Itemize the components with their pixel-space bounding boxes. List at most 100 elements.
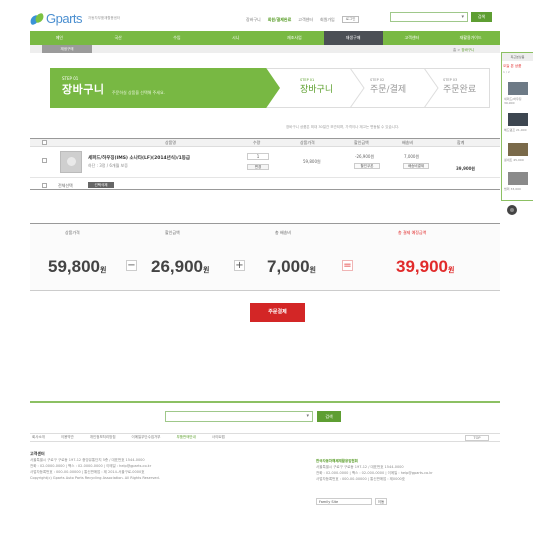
footer-link-sales[interactable]: 부품판매안내 bbox=[177, 435, 196, 440]
total-price-value: 59,800원 bbox=[48, 257, 106, 277]
select-all-checkbox-header[interactable] bbox=[42, 140, 47, 145]
total-label-discount: 할인금액 bbox=[165, 230, 180, 235]
order-checkout-button[interactable]: 주문결제 bbox=[250, 303, 305, 322]
nav-item-import[interactable]: 수입 bbox=[148, 31, 207, 45]
utility-links: 장바구니 회원/결제완료 고객센터 회원가입 로그인 bbox=[246, 16, 360, 23]
total-price-unit: 원 bbox=[100, 267, 107, 274]
active-step-desc: 주문하실 상품을 선택해 주세요. bbox=[112, 90, 165, 95]
total-shipping-number: 7,000 bbox=[267, 257, 310, 276]
footer-search-input[interactable]: ▾ bbox=[165, 411, 313, 422]
product-name[interactable]: 세퍼드/하우징(IMS) 소나타(LF)(2014년식)/1등급 bbox=[88, 155, 190, 161]
util-link-orders[interactable]: 회원/결제완료 bbox=[268, 17, 292, 23]
chevron-down-icon: ▾ bbox=[461, 14, 464, 20]
plus-icon: + bbox=[234, 260, 245, 271]
sub-nav-bar bbox=[30, 45, 500, 53]
footer-company-info: 고객센터 서울특별시 구로구 구로동 197-12 중앙유통단지 5층 / 대표… bbox=[30, 451, 270, 481]
footer-link-privacy[interactable]: 개인정보처리방침 bbox=[90, 435, 116, 440]
shipping-pay-button[interactable]: 배송비결제 bbox=[403, 163, 429, 169]
select-all-label: 전체선택 bbox=[58, 183, 73, 188]
breadcrumb-current: 장바구니 bbox=[461, 48, 475, 52]
logo-subtitle: 자동차부품재활용센터 bbox=[88, 16, 121, 20]
total-payment-unit: 원 bbox=[448, 267, 455, 274]
nav-item-4[interactable]: 시니 bbox=[206, 31, 265, 45]
select-all-checkbox[interactable] bbox=[42, 183, 47, 188]
quick-panel-title: 최근본상품 bbox=[502, 53, 533, 61]
recent-item-image[interactable] bbox=[508, 113, 528, 126]
login-button[interactable]: 로그인 bbox=[341, 16, 360, 23]
total-label-payment: 총 결제 예정금액 bbox=[398, 230, 427, 235]
nav-item-guide[interactable]: 재활용가이드 bbox=[441, 31, 500, 45]
quick-panel-subtitle: 오늘 본 상품 bbox=[503, 64, 522, 68]
total-shipping-unit: 원 bbox=[309, 267, 316, 274]
chevron-down-icon: ▾ bbox=[306, 413, 309, 419]
util-link-join[interactable]: 회원가입 bbox=[320, 17, 335, 23]
quantity-change-button[interactable]: 변경 bbox=[247, 164, 269, 170]
logo-text: Gparts bbox=[46, 11, 83, 26]
equals-icon: = bbox=[342, 260, 353, 271]
total-discount-unit: 원 bbox=[203, 267, 210, 274]
recent-item-image[interactable] bbox=[508, 82, 528, 95]
discount-coupon-button[interactable]: 할인쿠폰 bbox=[354, 163, 380, 169]
main-nav: 메인 국산 수입 시니 재조사업 재생구매 고객센터 재활용가이드 bbox=[30, 31, 500, 45]
total-label-price: 상품가격 bbox=[65, 230, 80, 235]
nav-item-main[interactable]: 메인 bbox=[30, 31, 89, 45]
active-step-name: 장바구니 bbox=[62, 83, 105, 96]
item-checkbox[interactable] bbox=[42, 158, 47, 163]
total-payment-number: 39,900 bbox=[396, 257, 448, 276]
th-product: 상품명 bbox=[165, 140, 177, 145]
recent-item-image[interactable] bbox=[508, 143, 528, 156]
footer-links: 회사소개 이용약관 개인정보처리방침 이메일무단수집거부 부품판매안내 사이트맵 bbox=[30, 433, 500, 442]
footer-link-terms[interactable]: 이용약관 bbox=[61, 435, 74, 440]
footer-search-button[interactable]: 검색 bbox=[317, 411, 341, 422]
header-search-input[interactable]: ▾ bbox=[390, 12, 468, 22]
item-price: 59,800원 bbox=[303, 159, 321, 164]
th-total: 합계 bbox=[457, 140, 465, 145]
family-site-select[interactable]: Family Site bbox=[316, 498, 372, 505]
total-shipping-value: 7,000원 bbox=[267, 257, 316, 277]
product-thumbnail[interactable] bbox=[60, 151, 82, 173]
step-dividers bbox=[349, 68, 439, 108]
recent-item-caption: 헤드램프 21,000 bbox=[504, 128, 527, 132]
breadcrumb: 홈 > 장바구니 bbox=[453, 48, 474, 53]
recent-item-caption: 휠세트 45,000 bbox=[504, 158, 524, 162]
footer-link-sitemap[interactable]: 사이트맵 bbox=[212, 435, 225, 440]
total-payment-value: 39,900원 bbox=[396, 257, 454, 277]
site-logo[interactable]: Gparts 자동차부품재활용센터 bbox=[28, 11, 121, 26]
item-total: 39,900원 bbox=[456, 166, 476, 171]
recent-item-caption: 범퍼 33,000 bbox=[504, 187, 521, 191]
product-option: 하단 : 3정 / 6개월 보증 bbox=[88, 163, 128, 168]
footer-link-email[interactable]: 이메일무단수집거부 bbox=[132, 435, 161, 440]
header-search-button[interactable]: 검색 bbox=[471, 12, 492, 22]
util-link-cart[interactable]: 장바구니 bbox=[246, 17, 261, 23]
total-price-number: 59,800 bbox=[48, 257, 100, 276]
footer-link-about[interactable]: 회사소개 bbox=[32, 435, 45, 440]
cart-table-header bbox=[30, 138, 500, 147]
total-label-shipping: 총 배송비 bbox=[275, 230, 291, 235]
nav-item-domestic[interactable]: 국산 bbox=[89, 31, 148, 45]
nav-item-support[interactable]: 고객센터 bbox=[383, 31, 442, 45]
family-site-go-button[interactable]: 이동 bbox=[375, 498, 387, 505]
util-link-support[interactable]: 고객센터 bbox=[298, 17, 313, 23]
footer-partner-info: 한국자동차해체재활용업협회 서울특별시 구로구 구로동 197-12 / 대표번… bbox=[316, 458, 496, 482]
sub-nav-tab[interactable]: 재생구매 bbox=[42, 45, 92, 53]
quantity-input[interactable]: 1 bbox=[247, 153, 269, 160]
recent-item-image[interactable] bbox=[508, 172, 528, 185]
minus-icon: − bbox=[126, 260, 137, 271]
step-cart-title: 장바구니 bbox=[300, 85, 334, 95]
delete-selected-button[interactable]: 선택삭제 bbox=[88, 182, 114, 188]
footer-copyright: Copyright(c) Gparts Auto Parts Recycling… bbox=[30, 476, 160, 480]
total-discount-value: 26,900원 bbox=[151, 257, 209, 277]
quick-panel-pager: 1 / 2 bbox=[503, 70, 510, 74]
th-shipping: 배송비 bbox=[402, 140, 414, 145]
nav-item-5[interactable]: 재조사업 bbox=[265, 31, 324, 45]
cart-note: 장바구니 상품은 최대 30일간 보관되며, 가격이나 재고는 변동될 수 있습… bbox=[286, 125, 400, 129]
item-discount: -26,900원 bbox=[355, 154, 375, 159]
recent-item-caption: 세퍼드/하우징 39,900 bbox=[504, 97, 522, 105]
footer-divider bbox=[30, 401, 500, 403]
active-step-title: STEP 01 장바구니 bbox=[62, 76, 104, 97]
scroll-top-icon[interactable] bbox=[507, 205, 517, 215]
back-to-top-button[interactable]: TOP bbox=[465, 435, 489, 441]
partner-line: 사업자등록번호 : 000-00-00000 | 통신판매업 : 제0000호 bbox=[316, 477, 405, 481]
nav-item-purchase[interactable]: 재생구매 bbox=[323, 31, 383, 45]
item-shipping: 7,000원 bbox=[404, 154, 420, 159]
